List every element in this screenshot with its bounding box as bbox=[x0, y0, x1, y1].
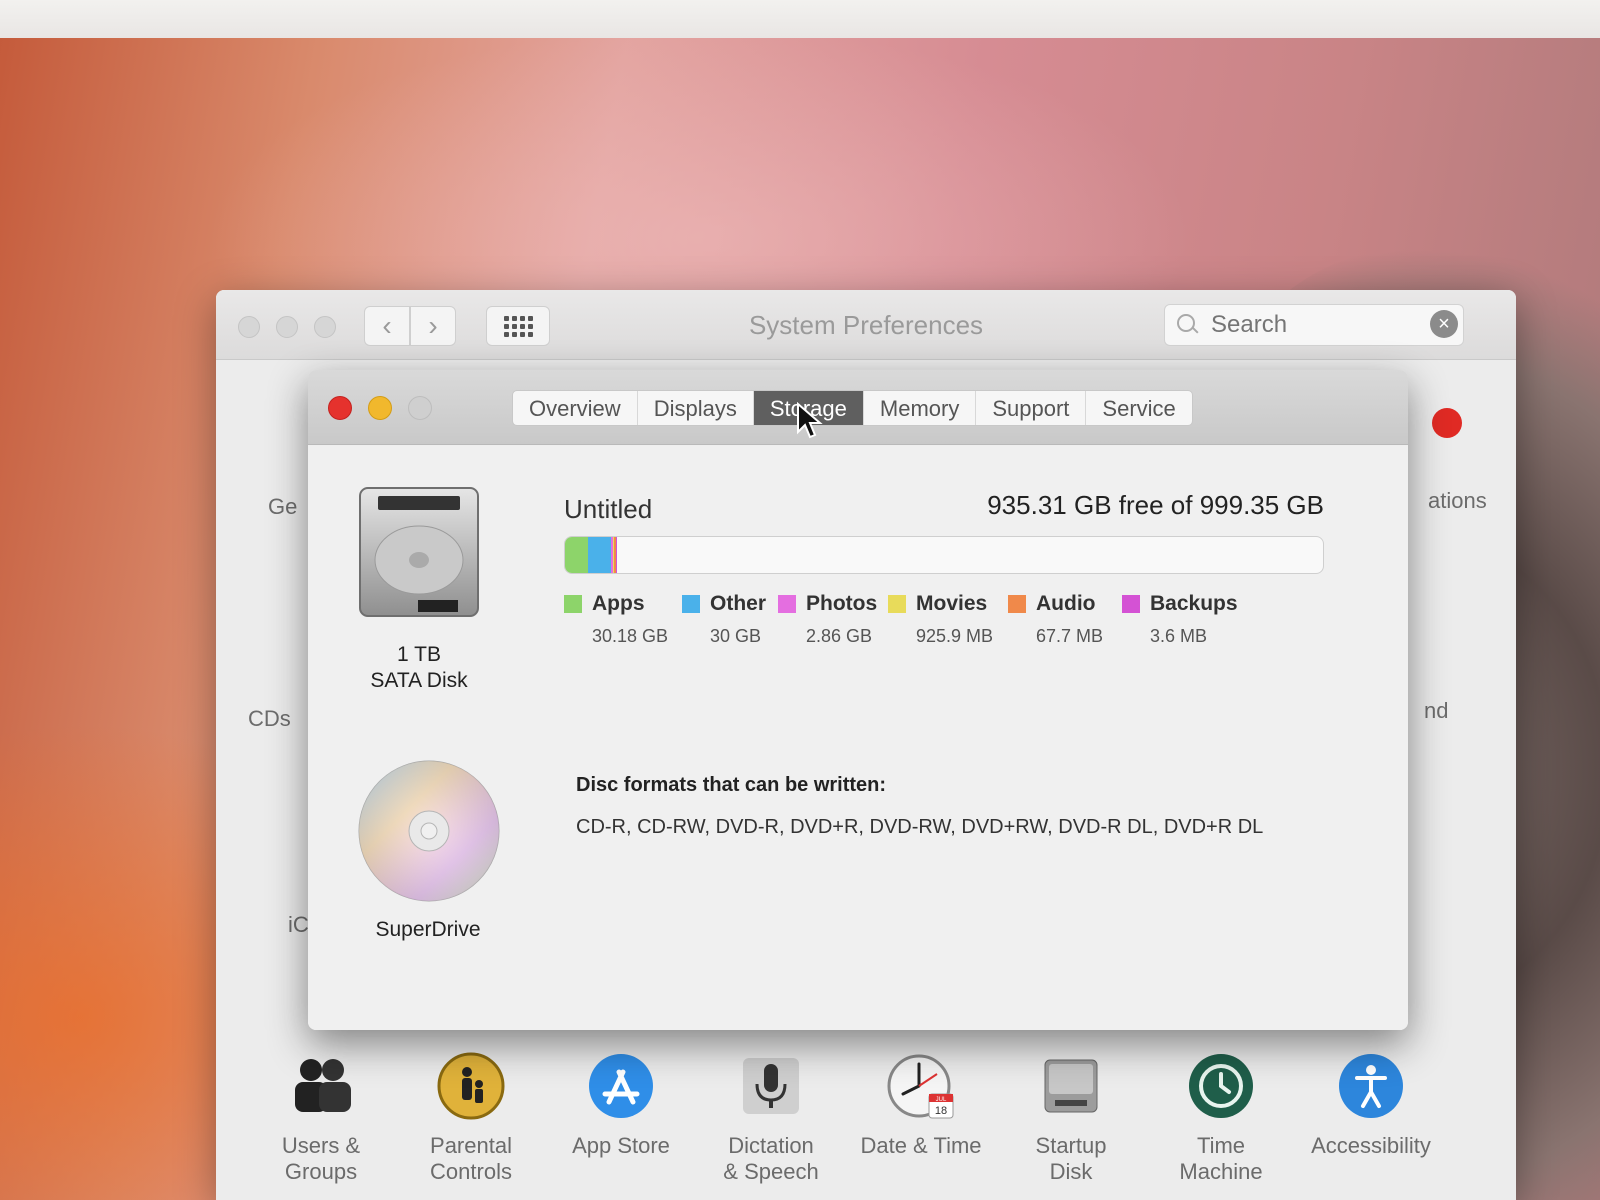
tab-displays[interactable]: Displays bbox=[638, 391, 754, 425]
other-swatch bbox=[682, 595, 700, 613]
preference-pane-row: Users & Groups Parental Controls App Sto… bbox=[246, 1050, 1486, 1200]
app-store-icon bbox=[589, 1054, 653, 1118]
legend-item-movies: Movies 925.9 MB bbox=[888, 592, 993, 647]
volume-free-space: 935.31 GB free of 999.35 GB bbox=[987, 490, 1324, 520]
storage-panel: 1 TB SATA Disk Untitled 935.31 GB free o… bbox=[308, 446, 1408, 1030]
about-toolbar: Overview Displays Storage Memory Support… bbox=[308, 370, 1408, 445]
disc-formats-title: Disc formats that can be written: bbox=[576, 774, 887, 796]
legend-item-apps: Apps 30.18 GB bbox=[564, 592, 668, 647]
screen-top-bezel bbox=[0, 0, 1600, 38]
legend-item-backups: Backups 3.6 MB bbox=[1122, 592, 1238, 647]
movies-swatch bbox=[888, 595, 906, 613]
tab-overview[interactable]: Overview bbox=[513, 391, 638, 425]
peek-label-icloud: iC bbox=[288, 912, 309, 937]
pref-dictation-speech[interactable]: Dictation & Speech bbox=[696, 1050, 846, 1185]
microphone-icon bbox=[743, 1058, 799, 1114]
tab-service[interactable]: Service bbox=[1086, 391, 1191, 425]
storage-usage-bar bbox=[564, 536, 1324, 574]
close-button[interactable] bbox=[328, 396, 352, 420]
close-icon: × bbox=[1438, 312, 1450, 335]
backups-swatch bbox=[1122, 595, 1140, 613]
usage-segment-backups bbox=[615, 537, 618, 573]
mouse-cursor-icon bbox=[797, 402, 823, 439]
disk-description: 1 TB SATA Disk bbox=[348, 642, 490, 694]
search-icon bbox=[1177, 314, 1199, 336]
startup-disk-icon bbox=[1044, 1059, 1098, 1113]
apps-swatch bbox=[564, 595, 582, 613]
tab-memory[interactable]: Memory bbox=[864, 391, 977, 425]
users-icon bbox=[295, 1059, 351, 1112]
peek-label-general: Ge bbox=[268, 494, 298, 519]
storage-legend: Apps 30.18 GB Other 30 GB Photos 2.86 GB… bbox=[564, 592, 1344, 662]
photos-swatch bbox=[778, 595, 796, 613]
disk-type: SATA Disk bbox=[370, 669, 468, 692]
pref-accessibility[interactable]: Accessibility bbox=[1296, 1050, 1446, 1159]
usage-segment-other bbox=[587, 537, 611, 573]
clear-search-button[interactable]: × bbox=[1430, 310, 1458, 338]
volume-name: Untitled bbox=[564, 494, 653, 524]
legend-item-photos: Photos 2.86 GB bbox=[778, 592, 877, 647]
pref-users-groups[interactable]: Users & Groups bbox=[246, 1050, 396, 1185]
hard-disk-icon bbox=[359, 487, 479, 617]
disk-size: 1 TB bbox=[397, 643, 441, 666]
accessibility-icon bbox=[1339, 1054, 1403, 1118]
red-indicator-dot bbox=[1432, 408, 1462, 438]
pref-app-store[interactable]: App Store bbox=[546, 1050, 696, 1159]
legend-item-other: Other 30 GB bbox=[682, 592, 766, 647]
calendar-month-text: JUL bbox=[936, 1097, 947, 1103]
peek-label-notifications: ations bbox=[1428, 488, 1487, 513]
system-preferences-toolbar: ‹ › System Preferences × bbox=[216, 290, 1516, 360]
pref-parental-controls[interactable]: Parental Controls bbox=[396, 1050, 546, 1185]
about-this-mac-window: Overview Displays Storage Memory Support… bbox=[308, 370, 1408, 1030]
pref-date-time[interactable]: JUL 18 Date & Time bbox=[846, 1050, 996, 1159]
superdrive-disc-icon bbox=[358, 760, 500, 902]
peek-label-sound: nd bbox=[1424, 698, 1449, 723]
zoom-button[interactable] bbox=[408, 396, 432, 420]
audio-swatch bbox=[1008, 595, 1026, 613]
time-machine-icon bbox=[1189, 1054, 1253, 1118]
tab-bar: Overview Displays Storage Memory Support… bbox=[512, 390, 1193, 426]
disc-formats-list: CD-R, CD-RW, DVD-R, DVD+R, DVD-RW, DVD+R… bbox=[576, 816, 1264, 838]
parental-controls-icon bbox=[437, 1052, 505, 1120]
calendar-day-text: 18 bbox=[935, 1105, 947, 1117]
pref-startup-disk[interactable]: Startup Disk bbox=[996, 1050, 1146, 1185]
search-field[interactable] bbox=[1164, 304, 1464, 346]
search-input[interactable] bbox=[1211, 311, 1431, 339]
usage-segment-apps bbox=[565, 537, 588, 573]
tab-support[interactable]: Support bbox=[976, 391, 1087, 425]
superdrive-label: SuperDrive bbox=[375, 918, 481, 941]
clock-icon: JUL 18 bbox=[887, 1054, 954, 1119]
peek-label-cds: CDs bbox=[248, 706, 291, 731]
pref-time-machine[interactable]: Time Machine bbox=[1146, 1050, 1296, 1185]
legend-item-audio: Audio 67.7 MB bbox=[1008, 592, 1103, 647]
minimize-button[interactable] bbox=[368, 396, 392, 420]
